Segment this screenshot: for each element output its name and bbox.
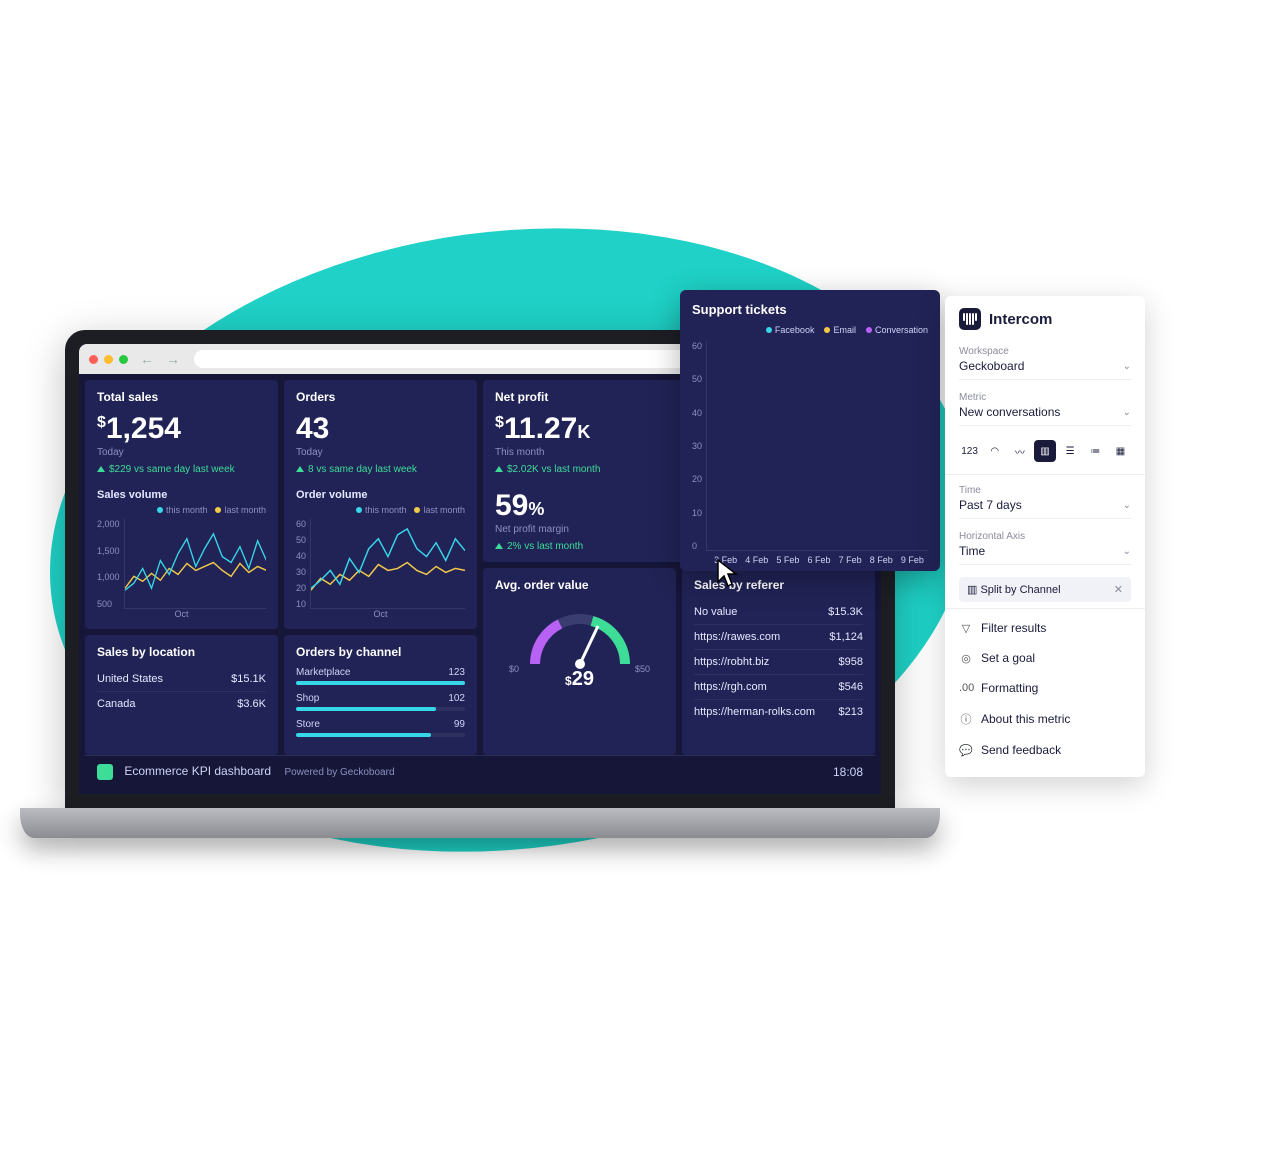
total-sales-value: $1,254 bbox=[97, 412, 266, 445]
filter-icon: ▽ bbox=[959, 622, 973, 635]
time-select[interactable]: Past 7 days⌄ bbox=[959, 496, 1131, 519]
filter-results-button[interactable]: ▽Filter results bbox=[945, 613, 1145, 643]
decimal-icon: .00 bbox=[959, 682, 973, 694]
gauge-chart bbox=[520, 604, 640, 664]
nav-back-icon[interactable]: ← bbox=[140, 351, 154, 367]
legend-dot-icon bbox=[356, 507, 362, 513]
viz-table-button[interactable]: ▦ bbox=[1110, 440, 1131, 462]
chevron-down-icon: ⌄ bbox=[1123, 546, 1131, 557]
viz-bar-button[interactable]: ▥ bbox=[1034, 440, 1055, 462]
viz-list-button[interactable]: ≔ bbox=[1085, 440, 1106, 462]
legend: this month last month bbox=[97, 505, 266, 515]
sales-location-card: Sales by location United States$15.1K Ca… bbox=[85, 635, 278, 755]
bar-icon: ▥ bbox=[967, 584, 980, 596]
caret-up-icon bbox=[495, 543, 503, 549]
about-metric-button[interactable]: ⓘAbout this metric bbox=[945, 703, 1145, 735]
total-sales-card: Total sales $1,254 Today $229 vs same da… bbox=[85, 380, 278, 629]
card-title: Orders bbox=[296, 390, 465, 404]
order-volume-chart bbox=[310, 519, 465, 609]
card-title: Avg. order value bbox=[495, 578, 664, 592]
laptop-base bbox=[20, 808, 940, 838]
cursor-icon bbox=[716, 558, 742, 595]
workspace-select[interactable]: Geckoboard⌄ bbox=[959, 357, 1131, 380]
field-label: Workspace bbox=[959, 346, 1131, 357]
table-row: https://rawes.com$1,124 bbox=[694, 625, 863, 650]
card-title: Sales by location bbox=[97, 645, 266, 659]
table-row: No value$15.3K bbox=[694, 600, 863, 625]
orders-card: Orders 43 Today 8 vs same day last week … bbox=[284, 380, 477, 629]
sales-volume-chart bbox=[124, 519, 266, 609]
delta-label: $229 vs same day last week bbox=[97, 464, 266, 475]
haxis-select[interactable]: Time⌄ bbox=[959, 542, 1131, 565]
window-close-icon[interactable] bbox=[89, 355, 98, 364]
bar-row: Marketplace123 bbox=[296, 667, 465, 685]
delta-label: 8 vs same day last week bbox=[296, 464, 465, 475]
legend: Facebook Email Conversation bbox=[692, 325, 928, 335]
field-label: Time bbox=[959, 485, 1131, 496]
set-goal-button[interactable]: ◎Set a goal bbox=[945, 643, 1145, 673]
chat-icon: 💬 bbox=[959, 744, 973, 757]
bar-row: Store99 bbox=[296, 719, 465, 737]
subchart-title: Sales volume bbox=[97, 489, 266, 501]
table-row: https://herman-rolks.com$213 bbox=[694, 700, 863, 724]
legend: this month last month bbox=[296, 505, 465, 515]
table-row: https://rgh.com$546 bbox=[694, 675, 863, 700]
caret-up-icon bbox=[296, 466, 304, 472]
legend-dot-icon bbox=[157, 507, 163, 513]
period-label: Today bbox=[296, 447, 465, 458]
card-title: Support tickets bbox=[692, 302, 928, 317]
window-max-icon[interactable] bbox=[119, 355, 128, 364]
intercom-logo-icon bbox=[959, 308, 981, 330]
legend-dot-icon bbox=[824, 327, 830, 333]
panel-title: Intercom bbox=[989, 311, 1052, 328]
legend-dot-icon bbox=[414, 507, 420, 513]
legend-dot-icon bbox=[215, 507, 221, 513]
orders-channel-card: Orders by channel Marketplace123 Shop102… bbox=[284, 635, 477, 755]
dashboard-title: Ecommerce KPI dashboard bbox=[124, 764, 271, 778]
intercom-settings-panel: Intercom Workspace Geckoboard⌄ Metric Ne… bbox=[945, 296, 1145, 777]
caret-up-icon bbox=[495, 466, 503, 472]
support-tickets-card: Support tickets Facebook Email Conversat… bbox=[680, 290, 940, 571]
dashboard-footer: Ecommerce KPI dashboard Powered by Gecko… bbox=[85, 755, 875, 788]
geckoboard-logo-icon bbox=[97, 764, 113, 780]
caret-up-icon bbox=[97, 466, 105, 472]
nav-forward-icon[interactable]: → bbox=[166, 351, 180, 367]
bar-row: Shop102 bbox=[296, 693, 465, 711]
formatting-button[interactable]: .00Formatting bbox=[945, 673, 1145, 703]
split-chip[interactable]: ▥ Split by Channel ✕ bbox=[959, 577, 1131, 602]
info-icon: ⓘ bbox=[959, 711, 973, 727]
send-feedback-button[interactable]: 💬Send feedback bbox=[945, 735, 1145, 765]
avg-order-card: Avg. order value $0 bbox=[483, 568, 676, 755]
field-label: Horizontal Axis bbox=[959, 531, 1131, 542]
table-row: https://robht.biz$958 bbox=[694, 650, 863, 675]
table-row: Canada$3.6K bbox=[97, 692, 266, 716]
viz-line-button[interactable]: 〰 bbox=[1009, 440, 1030, 462]
field-label: Metric bbox=[959, 392, 1131, 403]
chevron-down-icon: ⌄ bbox=[1123, 361, 1131, 372]
chevron-down-icon: ⌄ bbox=[1123, 500, 1131, 511]
clock: 18:08 bbox=[833, 765, 863, 779]
table-row: United States$15.1K bbox=[97, 667, 266, 692]
target-icon: ◎ bbox=[959, 652, 973, 665]
remove-split-icon[interactable]: ✕ bbox=[1114, 583, 1123, 596]
chevron-down-icon: ⌄ bbox=[1123, 407, 1131, 418]
viz-gauge-button[interactable]: ◠ bbox=[984, 440, 1005, 462]
orders-value: 43 bbox=[296, 412, 465, 445]
legend-dot-icon bbox=[866, 327, 872, 333]
sales-referer-card: Sales by referer No value$15.3K https://… bbox=[682, 568, 875, 755]
period-label: Today bbox=[97, 447, 266, 458]
window-min-icon[interactable] bbox=[104, 355, 113, 364]
viz-number-button[interactable]: 123 bbox=[959, 440, 980, 462]
metric-select[interactable]: New conversations⌄ bbox=[959, 403, 1131, 426]
legend-dot-icon bbox=[766, 327, 772, 333]
support-bar-chart bbox=[706, 341, 928, 551]
viz-type-selector: 123 ◠ 〰 ▥ ☰ ≔ ▦ bbox=[945, 432, 1145, 470]
subchart-title: Order volume bbox=[296, 489, 465, 501]
card-title: Orders by channel bbox=[296, 645, 465, 659]
viz-leaderboard-button[interactable]: ☰ bbox=[1060, 440, 1081, 462]
powered-by-label: Powered by Geckoboard bbox=[284, 767, 394, 778]
card-title: Total sales bbox=[97, 390, 266, 404]
